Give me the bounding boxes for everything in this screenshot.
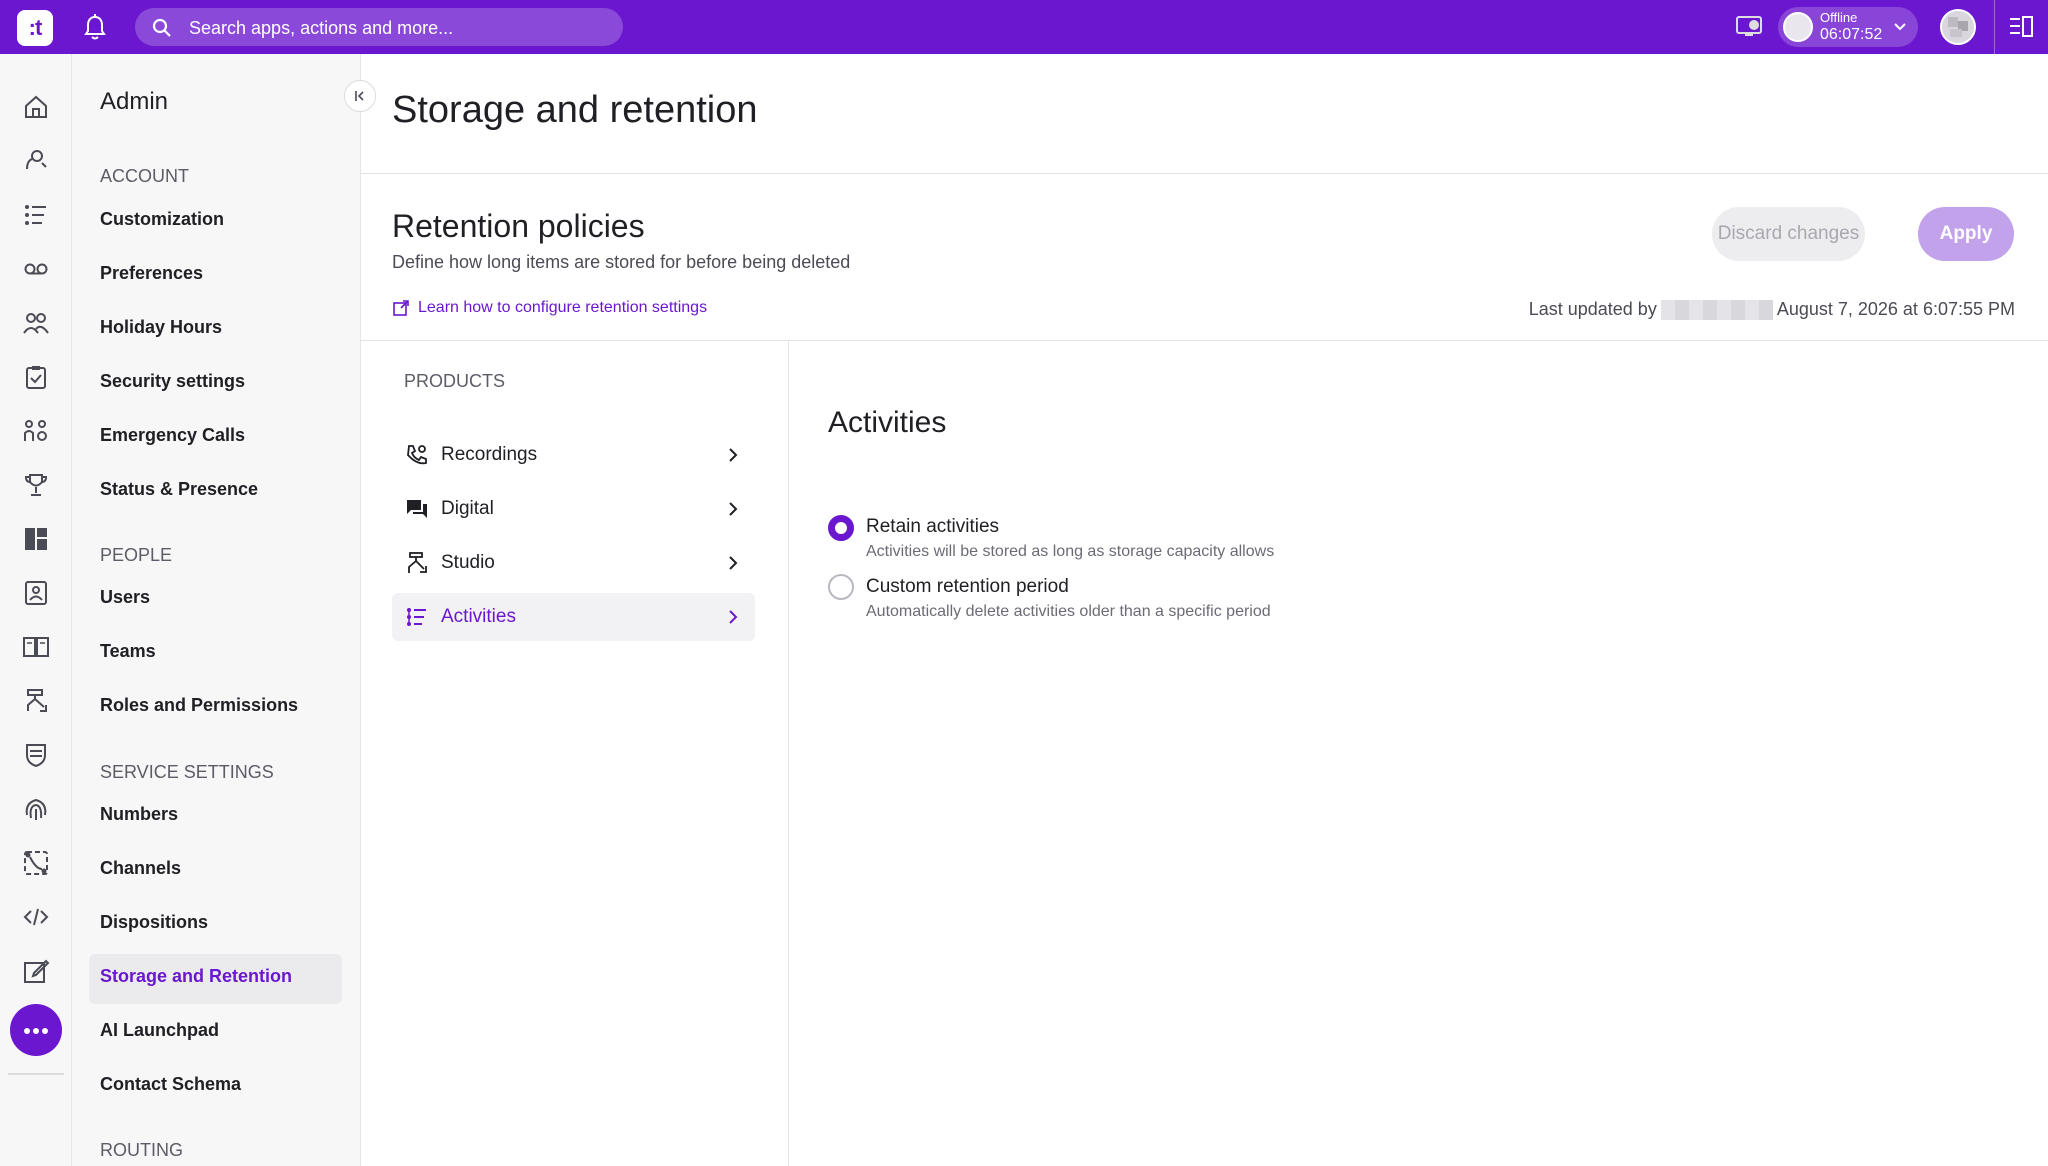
column-divider (788, 341, 789, 1166)
sidebar-item-dispositions[interactable]: Dispositions (100, 912, 208, 933)
chevron-right-icon (729, 448, 738, 462)
sidebar-item-customization[interactable]: Customization (100, 209, 224, 230)
sidebar-item-teams[interactable]: Teams (100, 641, 156, 662)
people-icon[interactable] (22, 309, 50, 337)
sidebar-title: Admin (100, 88, 169, 115)
sidebar-item-channels[interactable]: Channels (100, 858, 181, 879)
activities-list-icon (407, 608, 426, 626)
phone-recording-icon (407, 445, 427, 465)
sidebar-item-users[interactable]: Users (100, 587, 150, 608)
sidebar-item-roles-permissions[interactable]: Roles and Permissions (100, 695, 298, 716)
sidebar-section-people: PEOPLE (100, 545, 173, 565)
product-label: Recordings (441, 444, 538, 465)
app-rail (0, 54, 72, 1166)
sidebar-item-numbers[interactable]: Numbers (100, 804, 178, 825)
topbar-divider (1994, 0, 1995, 54)
voice-icon[interactable] (22, 147, 50, 175)
content-divider (361, 340, 2048, 341)
product-item-studio[interactable]: Studio (392, 539, 755, 587)
main-content: Storage and retention Retention policies… (361, 54, 2048, 1166)
section-subtitle: Define how long items are stored for bef… (392, 252, 851, 272)
activities-list-icon[interactable] (22, 201, 50, 229)
sidebar-section-account: ACCOUNT (100, 166, 189, 186)
sidebar-item-storage-retention[interactable]: Storage and Retention (89, 954, 342, 1004)
user-avatar[interactable] (1940, 9, 1976, 45)
product-label: Studio (441, 552, 495, 573)
screen-share-icon[interactable] (1734, 12, 1764, 42)
rail-divider (8, 1073, 64, 1075)
product-item-digital[interactable]: Digital (392, 485, 755, 533)
voicemail-icon[interactable] (22, 255, 50, 283)
chevron-right-icon (729, 502, 738, 516)
agent-status-dropdown[interactable]: Offline 06:07:52 (1778, 7, 1918, 47)
search-icon (152, 18, 171, 37)
chevron-down-icon (1894, 23, 1906, 31)
chevron-right-icon (729, 610, 738, 624)
workflow-icon[interactable] (22, 849, 50, 877)
more-icon[interactable] (10, 1004, 62, 1056)
activities-title: Activities (828, 406, 947, 439)
sidebar-item-preferences[interactable]: Preferences (100, 263, 203, 284)
side-panel-icon[interactable] (2008, 14, 2034, 40)
retain-activities-label[interactable]: Retain activities (866, 516, 999, 538)
custom-retention-label[interactable]: Custom retention period (866, 576, 1069, 598)
home-icon[interactable] (22, 93, 50, 121)
app-logo[interactable]: :t (17, 10, 53, 46)
edit-icon[interactable] (22, 957, 50, 985)
sidebar-item-emergency-calls[interactable]: Emergency Calls (100, 425, 245, 446)
sidebar-section-routing: ROUTING (100, 1140, 183, 1160)
custom-retention-description: Automatically delete activities older th… (866, 603, 1271, 620)
last-updated-date: August 7, 2026 at 6:07:55 PM (1776, 299, 2015, 319)
retain-activities-description: Activities will be stored as long as sto… (866, 543, 1275, 560)
sidebar-section-service-settings: SERVICE SETTINGS (100, 762, 274, 782)
sidebar-item-security-settings[interactable]: Security settings (100, 371, 245, 392)
studio-icon (408, 552, 427, 573)
search-placeholder: Search apps, actions and more... (189, 18, 454, 38)
header-divider (361, 173, 2048, 174)
retain-activities-radio[interactable] (828, 515, 854, 541)
top-bar: :t Search apps, actions and more... Offl… (0, 0, 2048, 54)
status-label: Offline (1820, 10, 1858, 25)
redacted-user (1660, 300, 1773, 321)
discard-changes-button[interactable]: Discard changes (1712, 207, 1865, 261)
product-item-activities[interactable]: Activities (392, 593, 755, 641)
apply-button[interactable]: Apply (1918, 207, 2014, 261)
bell-icon[interactable] (82, 13, 108, 41)
product-label: Digital (441, 498, 494, 519)
book-icon[interactable] (22, 633, 50, 661)
status-avatar (1783, 12, 1813, 42)
sidebar-item-status-presence[interactable]: Status & Presence (100, 479, 258, 500)
status-timer: 06:07:52 (1820, 26, 1883, 43)
help-link-label: Learn how to configure retention setting… (418, 299, 708, 316)
search-bar[interactable]: Search apps, actions and more... (135, 8, 623, 46)
page-title: Storage and retention (392, 89, 758, 131)
chat-icon (407, 500, 427, 518)
external-link-icon (393, 300, 409, 316)
last-updated: Last updated by August 7, 2026 at 6:07:55… (1528, 299, 2015, 321)
dashboard-icon[interactable] (22, 525, 50, 553)
sidebar-item-ai-launchpad[interactable]: AI Launchpad (100, 1020, 219, 1041)
custom-retention-radio[interactable] (828, 574, 854, 600)
admin-sidebar: Admin ACCOUNT Customization Preferences … (72, 54, 376, 1166)
team-icon[interactable] (22, 417, 50, 445)
product-item-recordings[interactable]: Recordings (392, 431, 755, 479)
contacts-icon[interactable] (22, 579, 50, 607)
product-label: Activities (441, 606, 516, 627)
studio-icon[interactable] (22, 687, 50, 715)
code-icon[interactable] (22, 903, 50, 931)
chevron-right-icon (729, 556, 738, 570)
sidebar-item-contact-schema[interactable]: Contact Schema (100, 1074, 241, 1095)
fingerprint-icon[interactable] (22, 795, 50, 823)
clipboard-icon[interactable] (22, 363, 50, 391)
sidebar-item-holiday-hours[interactable]: Holiday Hours (100, 317, 222, 338)
products-label: PRODUCTS (404, 371, 506, 391)
last-updated-prefix: Last updated by (1528, 299, 1657, 319)
section-title: Retention policies (392, 208, 645, 244)
shield-icon[interactable] (22, 741, 50, 769)
trophy-icon[interactable] (22, 471, 50, 499)
